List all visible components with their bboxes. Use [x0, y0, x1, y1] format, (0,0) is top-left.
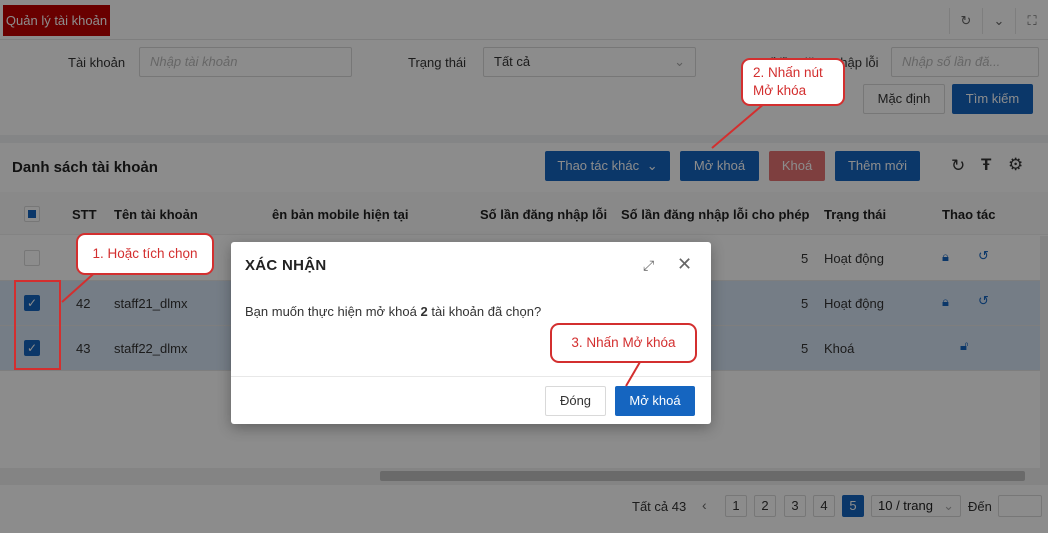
annotation-step-3: 3. Nhấn Mở khóa — [550, 323, 697, 363]
annotation-arrow-3 — [625, 361, 641, 387]
annotation-step-2: 2. Nhấn nút Mở khóa — [741, 58, 845, 106]
annotation-step-1: 1. Hoặc tích chọn — [76, 233, 214, 275]
annotation-arrow-2 — [711, 102, 766, 149]
annotation-step-2-line1: 2. Nhấn nút — [753, 65, 823, 80]
annotation-step-2-line2: Mở khóa — [753, 83, 807, 98]
